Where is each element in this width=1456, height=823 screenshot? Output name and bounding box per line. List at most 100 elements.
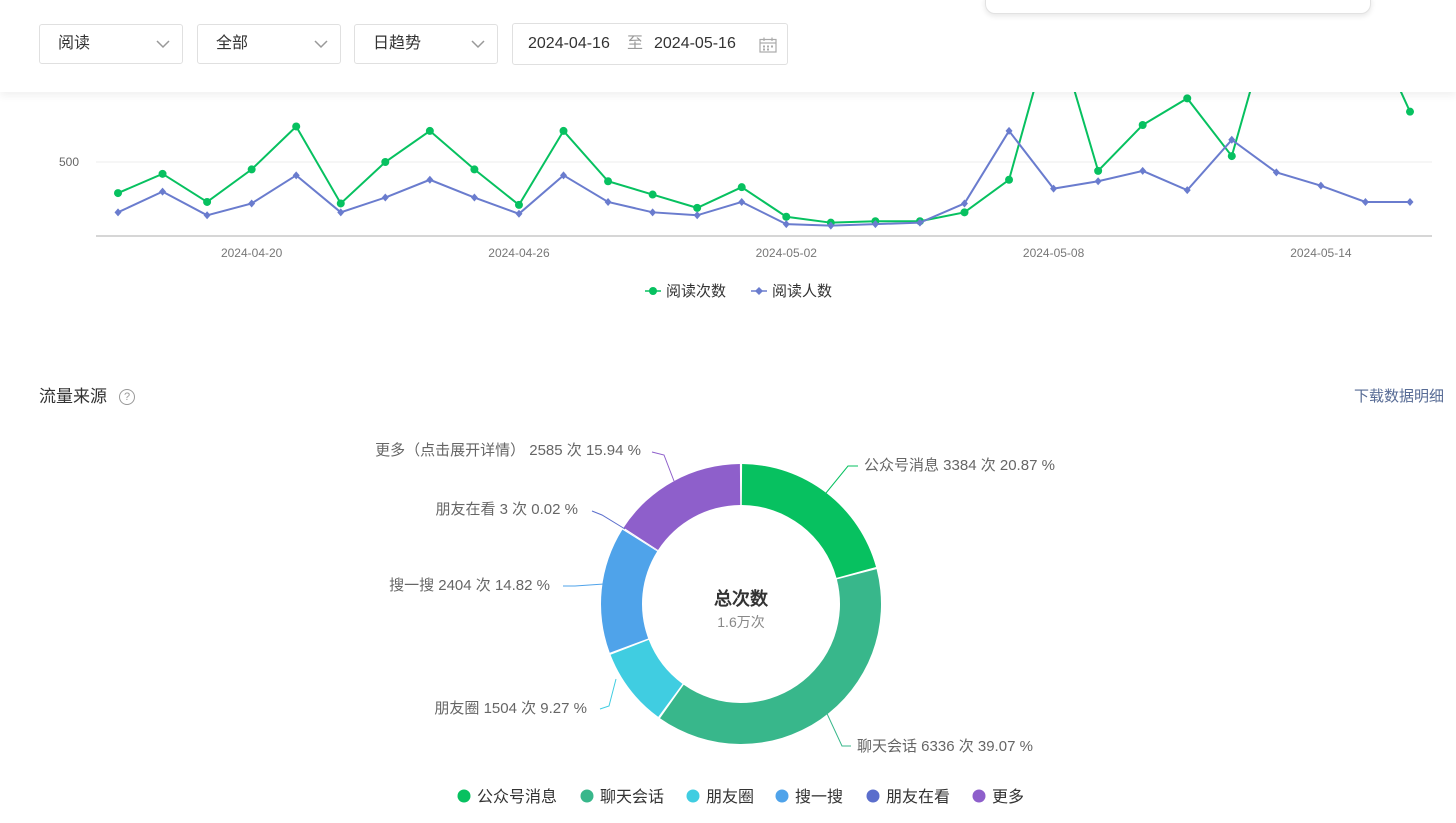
legend-label-search: 搜一搜 [795, 788, 843, 806]
callout-line-moments [599, 678, 617, 710]
data-point-readers[interactable] [1406, 197, 1414, 206]
data-point-readers[interactable] [1317, 181, 1325, 190]
date-from[interactable]: 2024-04-16 [528, 24, 610, 64]
data-point-reads[interactable] [1183, 94, 1192, 103]
data-point-reads[interactable] [1005, 175, 1014, 184]
data-point-reads[interactable] [247, 165, 256, 174]
series-line-readers [117, 129, 1410, 227]
legend-label-readers: 阅读人数 [772, 283, 832, 300]
metric-select-value: 阅读 [58, 35, 91, 52]
chevron-down-icon [314, 40, 328, 49]
data-point-reads[interactable] [737, 183, 746, 192]
x-tick-label: 2024-05-14 [1290, 246, 1352, 260]
data-point-reads[interactable] [336, 199, 345, 208]
donut-slice-official-account[interactable] [741, 464, 877, 578]
callout-line-more [651, 451, 675, 482]
granularity-select[interactable]: 日趋势 [354, 24, 498, 64]
callout-line-friends-watching [591, 510, 626, 530]
data-point-readers[interactable] [114, 208, 122, 217]
calendar-icon[interactable] [759, 37, 777, 53]
data-point-readers[interactable] [649, 208, 657, 217]
trend-legend: 阅读次数 阅读人数 [645, 283, 832, 300]
data-point-reads[interactable] [1094, 166, 1103, 175]
legend-marker-readers [755, 287, 763, 295]
data-point-readers[interactable] [782, 220, 790, 229]
data-point-readers[interactable] [693, 211, 701, 220]
data-point-readers[interactable] [1361, 197, 1369, 206]
legend-dot-moments [686, 789, 700, 803]
data-point-reads[interactable] [470, 165, 479, 174]
data-point-readers[interactable] [738, 197, 746, 206]
legend-item-official-account[interactable]: 公众号消息 [457, 788, 558, 806]
granularity-select-value: 日趋势 [373, 35, 422, 52]
data-point-readers[interactable] [426, 175, 434, 184]
data-point-reads[interactable] [559, 126, 568, 135]
data-point-readers[interactable] [1139, 166, 1147, 175]
date-range-picker[interactable]: 2024-04-16 至 2024-05-16 [512, 23, 788, 65]
legend-label-more: 更多 [992, 788, 1024, 806]
x-tick-label: 2024-05-08 [1023, 246, 1085, 260]
legend-item-search[interactable]: 搜一搜 [775, 788, 844, 806]
legend-dot-friends-watching [866, 789, 880, 803]
chevron-down-icon [471, 40, 485, 49]
data-point-readers[interactable] [381, 193, 389, 202]
legend-item-moments[interactable]: 朋友圈 [686, 788, 755, 806]
chevron-down-icon [156, 40, 170, 49]
data-point-reads[interactable] [1138, 121, 1147, 129]
metric-select[interactable]: 阅读 [39, 24, 183, 64]
data-point-readers[interactable] [604, 197, 612, 206]
question-circle-icon[interactable]: ? [119, 389, 135, 405]
data-point-readers[interactable] [1094, 177, 1102, 186]
scope-select[interactable]: 全部 [197, 24, 341, 64]
donut-slice-more[interactable] [623, 464, 741, 550]
data-point-reads[interactable] [960, 208, 969, 217]
x-tick-label: 2024-04-20 [221, 246, 283, 260]
data-point-reads[interactable] [604, 177, 613, 186]
callout-label-chat: 聊天会话 6336 次 39.07 % [857, 738, 1033, 755]
data-point-readers[interactable] [203, 211, 211, 220]
donut-slice-search[interactable] [601, 529, 658, 653]
data-point-readers[interactable] [470, 193, 478, 202]
callout-label-moments: 朋友圈 1504 次 9.27 % [434, 700, 587, 717]
dropdown-popover-edge [985, 0, 1371, 14]
y-tick-label: 500 [59, 155, 79, 169]
download-detail-link[interactable]: 下载数据明细 [1354, 386, 1444, 408]
legend-item-more[interactable]: 更多 [972, 788, 1025, 806]
data-point-reads[interactable] [1406, 107, 1414, 116]
callout-label-search: 搜一搜 2404 次 14.82 % [389, 577, 550, 594]
data-point-reads[interactable] [203, 197, 212, 206]
data-point-reads[interactable] [514, 200, 523, 209]
data-point-reads[interactable] [648, 190, 657, 199]
data-point-reads[interactable] [782, 212, 791, 221]
data-point-reads[interactable] [693, 203, 702, 212]
traffic-source-title: 流量来源 [39, 387, 107, 406]
callout-label-official-account: 公众号消息 3384 次 20.87 % [864, 457, 1055, 474]
legend-label-reads: 阅读次数 [666, 283, 726, 300]
data-point-readers[interactable] [159, 187, 167, 196]
legend-item-reads[interactable]: 阅读次数 [645, 283, 726, 300]
callout-label-more: 更多（点击展开详情） 2585 次 15.94 % [375, 442, 641, 459]
legend-label-chat: 聊天会话 [600, 788, 664, 806]
callout-line-official-account [825, 465, 858, 494]
legend-item-friends-watching[interactable]: 朋友在看 [866, 788, 951, 806]
scope-select-value: 全部 [216, 35, 249, 52]
data-point-reads[interactable] [1227, 152, 1236, 161]
legend-dot-official-account [457, 789, 471, 803]
legend-item-chat[interactable]: 聊天会话 [580, 788, 665, 806]
callout-line-search [563, 583, 605, 587]
data-point-readers[interactable] [248, 199, 256, 208]
data-point-reads[interactable] [158, 169, 167, 178]
data-point-reads[interactable] [292, 122, 301, 131]
x-tick-label: 2024-05-02 [756, 246, 818, 260]
data-point-reads[interactable] [381, 158, 390, 166]
data-point-reads[interactable] [425, 126, 434, 135]
legend-dot-chat [580, 789, 594, 803]
data-point-reads[interactable] [114, 189, 122, 198]
legend-dot-more [972, 789, 986, 803]
legend-label-friends-watching: 朋友在看 [886, 788, 950, 806]
legend-dot-search [775, 789, 789, 803]
date-to[interactable]: 2024-05-16 [654, 24, 736, 64]
legend-item-readers[interactable]: 阅读人数 [751, 283, 832, 300]
donut-slice-chat[interactable] [660, 569, 881, 744]
callout-label-friends-watching: 朋友在看 3 次 0.02 % [435, 501, 578, 518]
